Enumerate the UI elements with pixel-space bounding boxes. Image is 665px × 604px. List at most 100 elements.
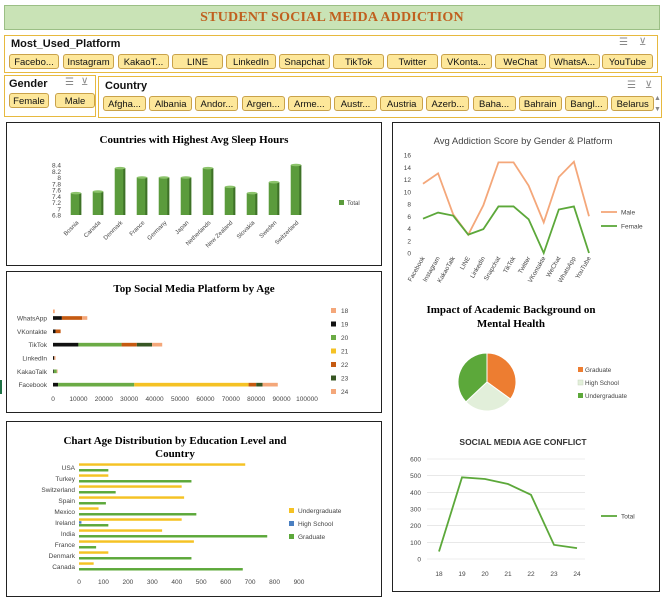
clear-filter-icon[interactable]: ⊻ bbox=[81, 77, 88, 88]
platform-chip-8[interactable]: VKonta... bbox=[441, 54, 492, 69]
x-tick-label: 600 bbox=[220, 579, 231, 586]
country-chip-9[interactable]: Bahrain bbox=[518, 96, 562, 111]
platform-chip-4[interactable]: LinkedIn bbox=[226, 54, 276, 69]
y-tick-label: Mexico bbox=[54, 509, 75, 516]
platform-chip-2[interactable]: KakaoT... bbox=[118, 54, 169, 69]
scroll-down-icon[interactable]: ▼ bbox=[654, 106, 661, 113]
platform-chip-5[interactable]: Snapchat bbox=[279, 54, 330, 69]
bar bbox=[79, 502, 106, 505]
gender-chip-0[interactable]: Female bbox=[9, 93, 49, 108]
x-tick-label: 18 bbox=[435, 571, 443, 578]
y-tick-label: 300 bbox=[410, 507, 421, 514]
legend-label: 24 bbox=[341, 389, 349, 396]
platform-chip-11[interactable]: YouTube bbox=[602, 54, 653, 69]
bar-top bbox=[246, 191, 258, 195]
clear-filter-icon[interactable]: ⊻ bbox=[645, 80, 652, 91]
legend-swatch bbox=[331, 362, 336, 367]
y-tick-label: 8.4 bbox=[52, 163, 61, 170]
x-tick-label: 90000 bbox=[273, 396, 291, 403]
dashboard-title: STUDENT SOCIAL MEIDA ADDICTION bbox=[200, 9, 464, 25]
y-tick-label: 10 bbox=[404, 189, 412, 196]
bar-segment bbox=[121, 342, 137, 347]
y-tick-label: 100 bbox=[410, 540, 421, 547]
bar-top bbox=[114, 166, 126, 170]
platform-chip-3[interactable]: LINE bbox=[172, 54, 223, 69]
y-tick-label: 7.2 bbox=[52, 200, 61, 207]
legend-swatch bbox=[331, 308, 336, 313]
dashboard-title-bar: STUDENT SOCIAL MEIDA ADDICTION bbox=[4, 5, 660, 30]
platform-slicer-header: Most_Used_Platform bbox=[11, 38, 121, 50]
legend-label: 23 bbox=[341, 376, 349, 383]
y-tick-label: 400 bbox=[410, 490, 421, 497]
country-chip-6[interactable]: Austria bbox=[380, 96, 424, 111]
academic-mental-health-chart: Impact of Academic Background on Mental H… bbox=[426, 304, 628, 412]
chart-title: Top Social Media Platform by Age bbox=[113, 283, 274, 295]
bar-top bbox=[70, 191, 82, 195]
country-chip-11[interactable]: Belarus bbox=[611, 96, 655, 111]
x-tick-label: TikTok bbox=[502, 255, 517, 275]
x-tick-label: 70000 bbox=[222, 396, 240, 403]
x-tick-label: France bbox=[129, 220, 147, 238]
x-tick-label: Sweden bbox=[259, 220, 279, 240]
legend-swatch bbox=[578, 367, 583, 372]
x-tick-label: 30000 bbox=[120, 396, 138, 403]
bar bbox=[79, 491, 116, 494]
country-chip-4[interactable]: Arme... bbox=[287, 96, 331, 111]
y-tick-label: France bbox=[55, 542, 76, 549]
scroll-up-icon[interactable]: ▲ bbox=[654, 95, 661, 102]
gender-chip-1[interactable]: Male bbox=[55, 93, 95, 108]
y-tick-label: TikTok bbox=[28, 342, 47, 349]
legend-label: Total bbox=[621, 514, 635, 521]
country-chip-0[interactable]: Afgha... bbox=[103, 96, 146, 111]
bar-top bbox=[224, 185, 236, 189]
country-chip-10[interactable]: Bangl... bbox=[565, 96, 608, 111]
platform-chip-10[interactable]: WhatsA... bbox=[549, 54, 600, 69]
multi-select-icon[interactable]: ☰ bbox=[619, 37, 628, 48]
platform-chip-9[interactable]: WeChat bbox=[495, 54, 546, 69]
bar-top bbox=[180, 176, 192, 179]
x-tick-label: Denmark bbox=[103, 219, 125, 241]
legend-label: 19 bbox=[341, 322, 349, 329]
country-chip-1[interactable]: Albania bbox=[149, 96, 193, 111]
sleep-chart-panel: Countries with Highest Avg Sleep Hours 6.… bbox=[6, 122, 382, 266]
legend-label: Graduate bbox=[298, 534, 325, 541]
clear-filter-icon[interactable]: ⊻ bbox=[639, 37, 646, 48]
y-tick-label: Denmark bbox=[49, 553, 76, 560]
country-chip-8[interactable]: Baha... bbox=[472, 96, 516, 111]
sheet-edge-marker bbox=[0, 380, 2, 394]
platform-chip-1[interactable]: Instagram bbox=[63, 54, 114, 69]
bar-top bbox=[268, 180, 280, 184]
country-chip-5[interactable]: Austr... bbox=[334, 96, 377, 111]
y-tick-label: Turkey bbox=[55, 476, 75, 483]
country-chip-7[interactable]: Azerb... bbox=[426, 96, 470, 111]
x-tick-label: 200 bbox=[122, 579, 133, 586]
platform-chip-6[interactable]: TikTok bbox=[333, 54, 384, 69]
y-tick-label: 7.4 bbox=[52, 194, 61, 201]
platform-chip-7[interactable]: Twitter bbox=[387, 54, 438, 69]
sleep-hours-chart: Countries with Highest Avg Sleep Hours 6.… bbox=[52, 134, 360, 249]
bar-shade bbox=[189, 177, 192, 215]
legend-label: Male bbox=[621, 210, 635, 217]
bar-shade bbox=[123, 168, 126, 215]
bar bbox=[79, 529, 163, 532]
bar bbox=[79, 496, 185, 499]
legend-label: Undergraduate bbox=[585, 393, 628, 400]
country-chip-2[interactable]: Andor... bbox=[195, 96, 239, 111]
bar-segment bbox=[53, 369, 54, 374]
x-tick-label: 50000 bbox=[171, 396, 189, 403]
bar bbox=[79, 518, 182, 521]
x-tick-label: 500 bbox=[196, 579, 207, 586]
x-tick-label: 700 bbox=[245, 579, 256, 586]
bar bbox=[79, 562, 94, 565]
platform-chip-0[interactable]: Facebo... bbox=[9, 54, 59, 69]
bar-shade bbox=[101, 191, 104, 215]
country-chip-3[interactable]: Argen... bbox=[241, 96, 285, 111]
x-tick-label: 40000 bbox=[146, 396, 164, 403]
y-tick-label: 4 bbox=[407, 226, 411, 233]
bar-segment bbox=[55, 329, 61, 334]
y-tick-label: 8.2 bbox=[52, 169, 61, 176]
y-tick-label: 12 bbox=[404, 177, 412, 184]
multi-select-icon[interactable]: ☰ bbox=[65, 77, 74, 88]
multi-select-icon[interactable]: ☰ bbox=[627, 80, 636, 91]
bar bbox=[79, 546, 97, 549]
